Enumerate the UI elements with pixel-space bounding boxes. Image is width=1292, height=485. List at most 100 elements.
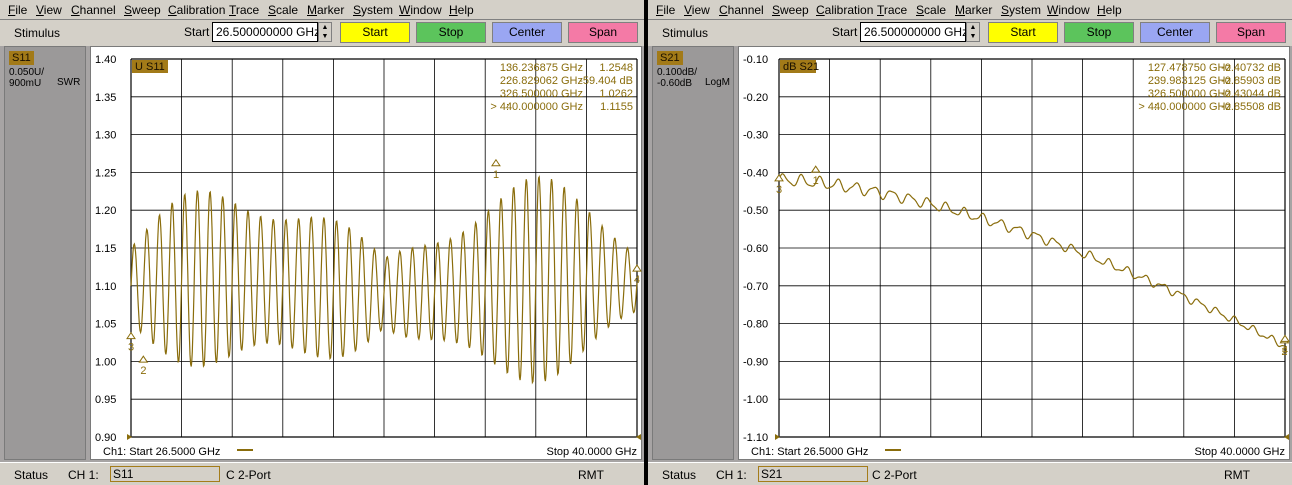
marker-2-label: 2 [140, 365, 146, 377]
status-remote: RMT [1224, 468, 1250, 482]
menu-sweep[interactable]: Sweep [772, 3, 809, 17]
marker-readout-value: -59.404 dB [579, 75, 633, 87]
marker-3-label: 3 [776, 184, 782, 196]
start-label: Start [832, 25, 858, 39]
window-right: File View Channel Sweep Calibration Trac… [648, 0, 1292, 485]
trace-scale: 0.050U/ 900mU [9, 67, 44, 89]
menu-calibration[interactable]: Calibration [168, 3, 225, 17]
marker-4-label: 4 [634, 274, 640, 286]
chart-s11[interactable]: 1.40 1.35 1.30 1.25 1.20 1.15 1.10 1.05 1.00 0.95… [90, 46, 642, 460]
span-button[interactable]: Span [1216, 22, 1286, 43]
status-port-info: C 2-Port [872, 468, 917, 482]
menu-scale[interactable]: Scale [916, 3, 946, 17]
stop-button[interactable]: Stop [416, 22, 486, 43]
start-button[interactable]: Start [988, 22, 1058, 43]
window-left: File View Channel Sweep Calibration Trac… [0, 0, 644, 485]
menu-scale[interactable]: Scale [268, 3, 298, 17]
stimulus-toolbar: Stimulus Start 26.500000000 GHz ▲ ▼ Start… [648, 20, 1292, 46]
chart-s21[interactable]: -0.10 -0.20 -0.30 -0.40 -0.50 -0.60 -0.70 -0.80… [738, 46, 1290, 460]
scale-per-div: 0.050U/ [9, 67, 45, 78]
y-tick-label: -0.70 [743, 281, 768, 293]
y-tick-label: 1.35 [95, 92, 116, 104]
y-tick-label: -0.60 [743, 243, 768, 255]
y-tick-label: 1.05 [95, 319, 116, 331]
start-frequency-spinner[interactable]: ▲ ▼ [966, 22, 980, 42]
start-freq-label: Ch1: Start 26.5000 GHz [751, 446, 868, 458]
trace-format: SWR [57, 77, 81, 88]
y-tick-label: -0.80 [743, 319, 768, 331]
marker-readout-value: -0.40732 dB [1221, 62, 1281, 74]
y-tick-label: -0.20 [743, 92, 768, 104]
marker-1-icon[interactable] [810, 165, 821, 173]
marker-4-icon[interactable] [1280, 334, 1290, 342]
y-tick-label: -1.10 [743, 432, 768, 444]
menu-view[interactable]: View [684, 3, 710, 17]
marker-4-icon[interactable] [632, 264, 642, 272]
chart-svg: 1.40 1.35 1.30 1.25 1.20 1.15 1.10 1.05 1.00 0.95… [95, 54, 642, 458]
menu-window[interactable]: Window [1047, 3, 1090, 17]
status-label: Status [14, 468, 49, 482]
y-tick-label: 1.20 [95, 205, 116, 217]
marker-readout-freq: 40.000000 GHz [1154, 101, 1231, 113]
menubar: File View Channel Sweep Calibration Trac… [0, 0, 644, 20]
menu-file[interactable]: File [8, 3, 27, 17]
start-frequency-input[interactable]: 26.500000000 GHz [212, 22, 318, 42]
menu-trace[interactable]: Trace [229, 3, 259, 17]
y-tick-label: 1.15 [95, 243, 116, 255]
marker-3-icon[interactable] [774, 174, 784, 182]
menu-system[interactable]: System [353, 3, 393, 17]
center-button[interactable]: Center [492, 22, 562, 43]
marker-readout-value: -0.85903 dB [1221, 75, 1281, 87]
menu-sweep[interactable]: Sweep [124, 3, 161, 17]
menu-marker[interactable]: Marker [955, 3, 992, 17]
marker-1-label: 1 [813, 175, 819, 187]
marker-2-icon[interactable] [138, 355, 149, 363]
y-tick-label: 0.90 [95, 432, 116, 444]
trace-tag[interactable]: S21 [657, 51, 683, 65]
menubar: File View Channel Sweep Calibration Trac… [648, 0, 1292, 20]
trace-tag[interactable]: S11 [9, 51, 34, 65]
marker-3-icon[interactable] [126, 331, 136, 340]
menu-help[interactable]: Help [1097, 3, 1122, 17]
marker-readout-freq: 26.500000 GHz [506, 88, 583, 100]
stop-freq-label: Stop 40.0000 GHz [1194, 446, 1285, 458]
start-button[interactable]: Start [340, 22, 410, 43]
marker-readout-freq: 26.500000 GHz [1154, 88, 1231, 100]
menu-system[interactable]: System [1001, 3, 1041, 17]
menu-window[interactable]: Window [399, 3, 442, 17]
spin-up-icon[interactable]: ▲ [967, 23, 979, 32]
status-port-info: C 2-Port [226, 468, 271, 482]
marker-readout-freq: 26.829062 GHz [506, 75, 583, 87]
trace-scale: 0.100dB/ -0.60dB [657, 67, 697, 89]
menu-help[interactable]: Help [449, 3, 474, 17]
spin-down-icon[interactable]: ▼ [967, 32, 979, 41]
start-frequency-input[interactable]: 26.500000000 GHz [860, 22, 966, 42]
menu-file[interactable]: File [656, 3, 675, 17]
status-bar: Status CH 1: S11 C 2-Port RMT [0, 462, 644, 485]
y-tick-label: 0.95 [95, 394, 116, 406]
scale-reference: -0.60dB [657, 78, 693, 89]
spin-down-icon[interactable]: ▼ [319, 32, 331, 41]
menu-trace[interactable]: Trace [877, 3, 907, 17]
span-button[interactable]: Span [568, 22, 638, 43]
status-param: S21 [758, 466, 868, 482]
menu-calibration[interactable]: Calibration [816, 3, 873, 17]
spin-up-icon[interactable]: ▲ [319, 23, 331, 32]
plot-area: S11 0.050U/ 900mU SWR 1.40 1.35 1.30 1.25 1.… [0, 46, 644, 462]
center-button[interactable]: Center [1140, 22, 1210, 43]
menu-channel[interactable]: Channel [71, 3, 116, 17]
marker-3-label: 3 [128, 342, 134, 354]
stop-button[interactable]: Stop [1064, 22, 1134, 43]
menu-marker[interactable]: Marker [307, 3, 344, 17]
status-bar: Status CH 1: S21 C 2-Port RMT [648, 462, 1292, 485]
menu-channel[interactable]: Channel [719, 3, 764, 17]
status-remote: RMT [578, 468, 604, 482]
stimulus-toolbar: Stimulus Start 26.500000000 GHz ▲ ▼ Start… [0, 20, 644, 46]
grid [778, 58, 1286, 438]
marker-1-label: 1 [493, 169, 499, 181]
marker-1-icon[interactable] [491, 158, 501, 167]
start-frequency-spinner[interactable]: ▲ ▼ [318, 22, 332, 42]
menu-view[interactable]: View [36, 3, 62, 17]
y-tick-label: 1.40 [95, 54, 116, 66]
trace-info-panel: S21 0.100dB/ -0.60dB LogM [652, 46, 734, 460]
